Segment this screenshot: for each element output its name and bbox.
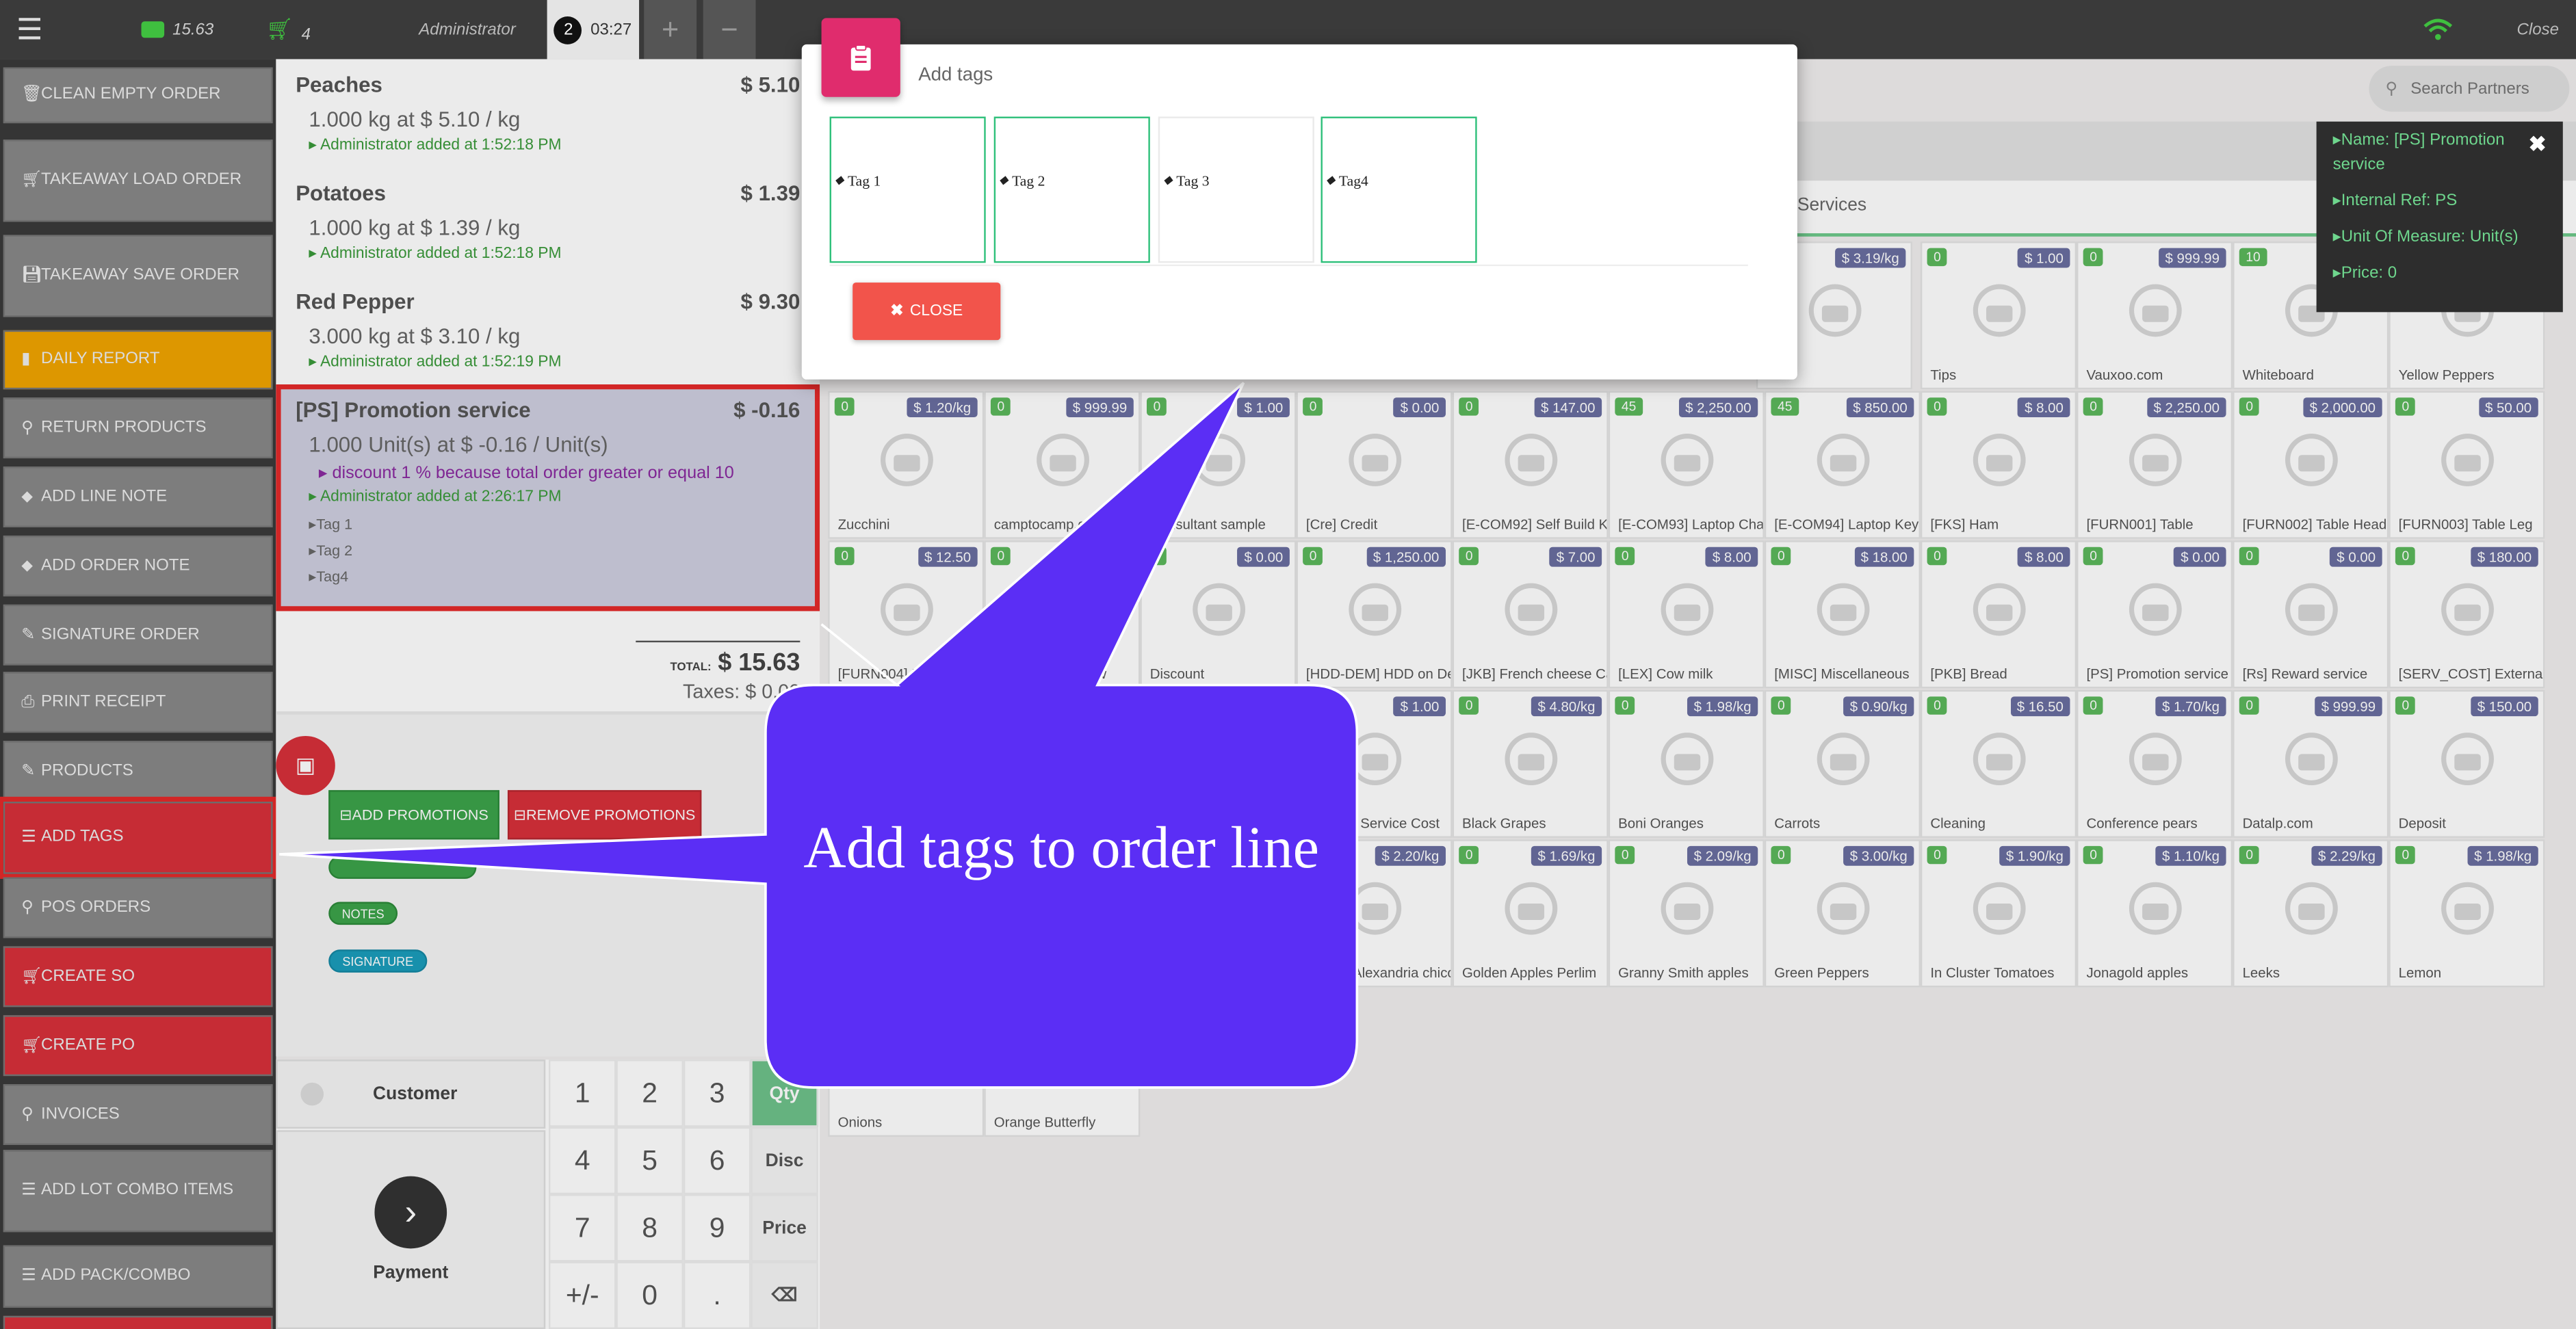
close-x-icon: ✖ [890, 302, 904, 321]
modal-close-label: CLOSE [909, 302, 963, 321]
modal-title: Add tags [918, 66, 993, 85]
tag-icon: ⬥ [998, 172, 1009, 187]
tag-label: Tag 3 [1176, 172, 1210, 189]
tag-icon: ⬥ [1163, 172, 1173, 187]
tag-option-4[interactable]: ⬥ Tag4 [1320, 116, 1477, 263]
modal-close-button[interactable]: ✖ CLOSE [853, 282, 1001, 341]
tag-icon: ⬥ [1325, 172, 1336, 187]
tag-icon: ⬥ [834, 172, 844, 187]
tag-label: Tag 1 [847, 172, 881, 189]
clipboard-icon [821, 18, 900, 97]
callout-text: Add tags to order line [803, 815, 1320, 881]
modal-divider [829, 264, 1748, 267]
pos-app: ☰ 15.63 🛒︎ 4 Administrator 2 03:27 + − C… [0, 0, 2576, 1329]
tag-option-1[interactable]: ⬥ Tag 1 [829, 116, 986, 263]
tag-label: Tag 2 [1012, 172, 1045, 189]
tag-option-3[interactable]: ⬥ Tag 3 [1158, 116, 1314, 263]
add-tags-modal: Add tags ⬥ Tag 1 ⬥ Tag 2 ⬥ Tag 3 ⬥ Tag4 ✖ CLO… [801, 18, 1797, 380]
tag-option-2[interactable]: ⬥ Tag 2 [993, 116, 1150, 263]
tag-label: Tag4 [1338, 172, 1368, 189]
